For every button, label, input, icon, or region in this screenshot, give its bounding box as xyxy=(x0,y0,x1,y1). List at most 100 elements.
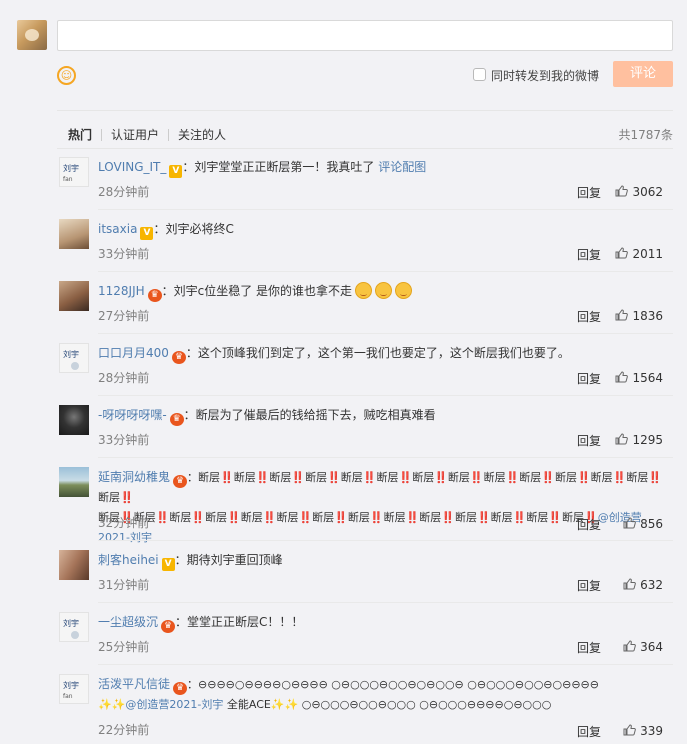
username[interactable]: -呀呀呀呀嘿- xyxy=(98,408,167,422)
username[interactable]: LOVING_IT_ xyxy=(98,160,166,174)
reply-button[interactable]: 回复 xyxy=(577,432,601,449)
kiss-emoji-icon xyxy=(355,282,373,299)
divider xyxy=(98,333,673,334)
comment-text: 活泼平凡信徒 ♛ ：⊖⊖⊖⊖○⊖⊖⊖⊖○⊖⊖⊖⊖ ○⊖○○○⊖○○⊖○⊖○○⊖ ○⊖… xyxy=(98,677,599,711)
divider xyxy=(98,209,673,210)
crown-badge-icon: ♛ xyxy=(173,682,188,695)
reply-button[interactable]: 回复 xyxy=(577,308,601,325)
divider xyxy=(98,540,673,541)
comment-input[interactable] xyxy=(57,20,673,51)
username[interactable]: 延南洞幼稚鬼 xyxy=(98,470,170,484)
avatar[interactable]: 刘宇 fan xyxy=(59,674,89,704)
comment-image-link[interactable]: 评论配图 xyxy=(378,160,426,174)
tab-hot[interactable]: 热门 xyxy=(68,126,92,143)
smile-icon[interactable]: ☺ xyxy=(57,66,76,85)
reply-button[interactable]: 回复 xyxy=(577,370,601,387)
svg-text:fan: fan xyxy=(63,693,73,700)
like-button[interactable]: 3062 xyxy=(615,185,663,199)
crown-badge-icon: ♛ xyxy=(173,475,188,488)
tab-separator xyxy=(101,128,103,141)
like-button[interactable]: 1564 xyxy=(615,371,663,385)
timestamp: 22分钟前 xyxy=(98,723,150,737)
timestamp: 31分钟前 xyxy=(98,578,150,592)
avatar[interactable]: 刘宇 xyxy=(59,343,89,373)
timestamp: 33分钟前 xyxy=(98,433,150,447)
divider xyxy=(57,110,673,111)
avatar[interactable] xyxy=(59,550,89,580)
mention-link[interactable]: @创造营2021-刘宇 xyxy=(125,698,223,711)
verified-v-icon: V xyxy=(169,165,183,178)
crown-badge-icon: ♛ xyxy=(171,351,186,364)
reply-button[interactable]: 回复 xyxy=(577,516,601,533)
avatar[interactable]: 刘宇 fan xyxy=(59,157,89,187)
divider xyxy=(98,457,673,458)
reply-button[interactable]: 回复 xyxy=(577,577,601,594)
divider xyxy=(98,395,673,396)
current-user-avatar[interactable] xyxy=(17,20,47,50)
avatar[interactable] xyxy=(59,467,89,497)
verified-v-icon: V xyxy=(161,558,175,571)
tab-verified-users[interactable]: 认证用户 xyxy=(111,126,159,143)
username[interactable]: itsaxia xyxy=(98,222,137,236)
avatar[interactable] xyxy=(59,219,89,249)
like-button[interactable]: 364 xyxy=(623,640,663,654)
comment-filter-tabs: 热门 认证用户 关注的人 xyxy=(68,126,226,143)
verified-v-icon: V xyxy=(140,227,154,240)
timestamp: 28分钟前 xyxy=(98,371,150,385)
comment-text: itsaxia V ：刘宇必将终C xyxy=(98,222,234,240)
comment-text: 1128JJH ♛ ：刘宇c位坐稳了 是你的谁也拿不走 xyxy=(98,281,673,302)
thumbs-up-icon xyxy=(615,185,629,197)
timestamp: 32分钟前 xyxy=(98,516,150,530)
tab-following[interactable]: 关注的人 xyxy=(178,126,226,143)
timestamp: 27分钟前 xyxy=(98,309,150,323)
forward-checkbox[interactable] xyxy=(473,68,486,81)
username[interactable]: 1128JJH xyxy=(98,284,145,298)
reply-button[interactable]: 回复 xyxy=(577,184,601,201)
avatar[interactable] xyxy=(59,405,89,435)
avatar[interactable]: 刘宇 xyxy=(59,612,89,642)
reply-button[interactable]: 回复 xyxy=(577,639,601,656)
like-button[interactable]: 2011 xyxy=(615,247,663,261)
divider xyxy=(98,664,673,665)
like-button[interactable]: 1836 xyxy=(615,309,663,323)
reply-button[interactable]: 回复 xyxy=(577,246,601,263)
timestamp: 28分钟前 xyxy=(98,185,150,199)
thumbs-up-icon xyxy=(623,724,636,736)
thumbs-up-icon xyxy=(615,309,629,321)
username[interactable]: 活泼平凡信徒 xyxy=(98,677,170,691)
svg-text:刘宇: 刘宇 xyxy=(63,163,79,173)
comment-text: -呀呀呀呀嘿- ♛ ：断层为了催最后的钱给摇下去，贼吃相真难看 xyxy=(98,408,436,426)
divider xyxy=(98,271,673,272)
submit-comment-button[interactable]: 评论 xyxy=(613,61,673,87)
username[interactable]: 刺客heihei xyxy=(98,553,159,567)
like-button[interactable]: 1295 xyxy=(615,433,663,447)
like-button[interactable]: 339 xyxy=(623,724,663,738)
comment-text: 一尘超级沉 ♛ ：堂堂正正断层C！！！ xyxy=(98,615,304,633)
username[interactable]: 口口月月400 xyxy=(98,346,169,360)
comment-text: 刺客heihei V ：期待刘宇重回顶峰 xyxy=(98,553,283,571)
kiss-emoji-icon xyxy=(395,282,413,299)
thumbs-up-icon xyxy=(615,371,629,383)
divider xyxy=(98,602,673,603)
thumbs-up-icon xyxy=(615,247,629,259)
kiss-emoji-icon xyxy=(375,282,393,299)
timestamp: 33分钟前 xyxy=(98,247,150,261)
avatar[interactable] xyxy=(59,281,89,311)
divider xyxy=(57,148,673,149)
forward-label[interactable]: 同时转发到我的微博 xyxy=(491,67,599,84)
crown-badge-icon: ♛ xyxy=(161,620,176,633)
like-button[interactable]: 856 xyxy=(623,517,663,531)
comment-text: 延南洞幼稚鬼 ♛ ：断层‼️断层‼️断层‼️断层‼️断层‼️断层‼️断层‼️断层‼️… xyxy=(98,470,663,544)
username[interactable]: 一尘超级沉 xyxy=(98,615,158,629)
comment-text: 口口月月400 ♛ ：这个顶峰我们到定了，这个第一我们也要定了，这个断层我们也要了。 xyxy=(98,346,570,364)
thumbs-up-icon xyxy=(615,433,629,445)
thumbs-up-icon xyxy=(623,578,636,590)
timestamp: 25分钟前 xyxy=(98,640,150,654)
reply-button[interactable]: 回复 xyxy=(577,723,601,740)
total-comment-count: 共1787条 xyxy=(618,128,673,142)
comment-text: LOVING_IT_ V ：刘宇堂堂正正断层第一！我真吐了 评论配图 xyxy=(98,160,427,178)
like-button[interactable]: 632 xyxy=(623,578,663,592)
svg-text:刘宇: 刘宇 xyxy=(63,680,79,690)
thumbs-up-icon xyxy=(623,640,636,652)
crown-badge-icon: ♛ xyxy=(169,413,184,426)
